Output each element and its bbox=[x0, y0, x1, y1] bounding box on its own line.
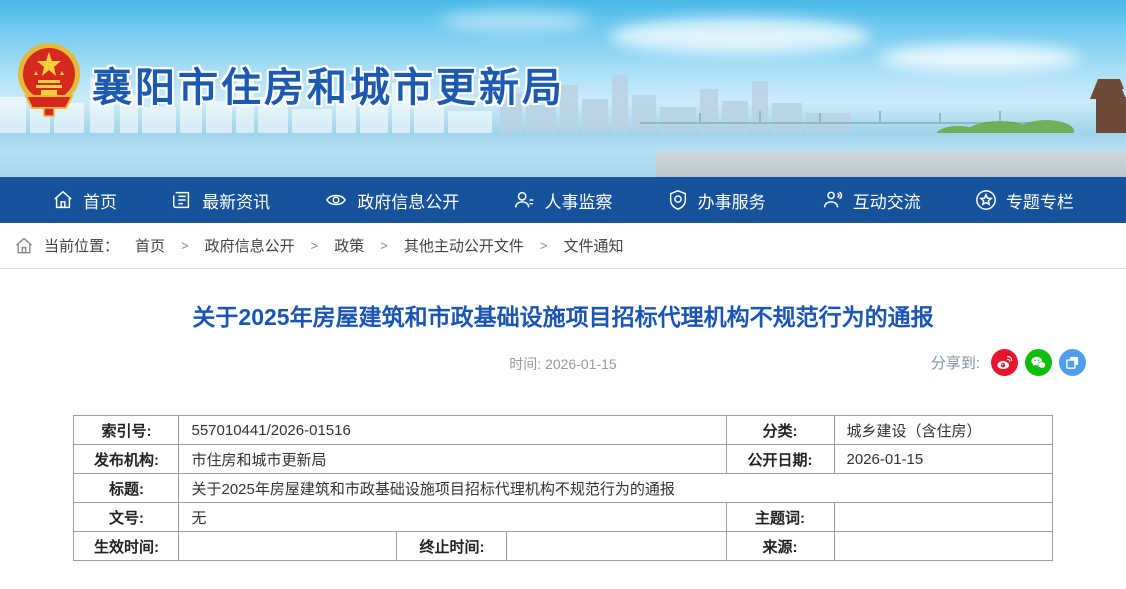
breadcrumb-separator: > bbox=[380, 238, 388, 253]
site-title: 襄阳市住房和城市更新局 bbox=[92, 55, 565, 113]
source-value bbox=[834, 532, 1052, 561]
share-weibo-button[interactable] bbox=[991, 349, 1018, 376]
page-title: 关于2025年房屋建筑和市政基础设施项目招标代理机构不规范行为的通报 bbox=[63, 302, 1063, 333]
nav-label: 办事服务 bbox=[698, 188, 766, 213]
effective-date-value bbox=[179, 532, 397, 561]
nav-item-topics[interactable]: 专题专栏 bbox=[975, 188, 1074, 213]
nav-item-interaction[interactable]: 互动交流 bbox=[820, 188, 921, 213]
breadcrumb-item-gov-info[interactable]: 政府信息公开 bbox=[205, 235, 295, 256]
title-label: 标题: bbox=[74, 474, 179, 503]
table-row: 索引号: 557010441/2026-01516 分类: 城乡建设（含住房） bbox=[74, 416, 1052, 445]
nav-label: 最新资讯 bbox=[202, 188, 270, 213]
doc-no-value: 无 bbox=[179, 503, 726, 532]
keywords-value bbox=[834, 503, 1052, 532]
home-icon bbox=[14, 236, 34, 256]
main-nav: 首页 最新资讯 政府信息公开 人事监察 办事服务 互动交流 专题专栏 bbox=[0, 177, 1126, 223]
nav-label: 政府信息公开 bbox=[357, 188, 459, 213]
breadcrumb-item-other-docs[interactable]: 其他主动公开文件 bbox=[404, 235, 524, 256]
index-no-value: 557010441/2026-01516 bbox=[179, 416, 726, 445]
document-info-table: 索引号: 557010441/2026-01516 分类: 城乡建设（含住房） … bbox=[73, 415, 1052, 561]
shield-icon bbox=[667, 189, 689, 211]
breadcrumb-separator: > bbox=[311, 238, 319, 253]
home-icon bbox=[52, 189, 74, 211]
keywords-label: 主题词: bbox=[726, 503, 834, 532]
cloud-decoration bbox=[610, 18, 870, 54]
nav-label: 人事监察 bbox=[544, 188, 612, 213]
national-emblem-icon bbox=[16, 38, 82, 120]
eye-icon bbox=[324, 189, 348, 211]
title-value: 关于2025年房屋建筑和市政基础设施项目招标代理机构不规范行为的通报 bbox=[179, 474, 1052, 503]
breadcrumb-separator: > bbox=[181, 238, 189, 253]
nav-label: 专题专栏 bbox=[1006, 188, 1074, 213]
site-banner: 襄阳市住房和城市更新局 bbox=[0, 0, 1126, 177]
terminate-date-label: 终止时间: bbox=[397, 532, 507, 561]
time-value: 2026-01-15 bbox=[545, 356, 617, 372]
weibo-icon bbox=[996, 354, 1013, 371]
publisher-label: 发布机构: bbox=[74, 445, 179, 474]
chat-icon bbox=[820, 189, 844, 211]
wechat-icon bbox=[1030, 354, 1047, 371]
effective-date-label: 生效时间: bbox=[74, 532, 179, 561]
table-row: 文号: 无 主题词: bbox=[74, 503, 1052, 532]
share-label: 分享到: bbox=[931, 352, 980, 373]
table-row: 发布机构: 市住房和城市更新局 公开日期: 2026-01-15 bbox=[74, 445, 1052, 474]
article-area: 关于2025年房屋建筑和市政基础设施项目招标代理机构不规范行为的通报 时间: 2… bbox=[0, 302, 1126, 561]
nav-item-news[interactable]: 最新资讯 bbox=[171, 188, 270, 213]
person-icon bbox=[513, 189, 535, 211]
star-icon bbox=[975, 189, 997, 211]
nav-item-personnel[interactable]: 人事监察 bbox=[513, 188, 612, 213]
breadcrumb: 当前位置： 首页 > 政府信息公开 > 政策 > 其他主动公开文件 > 文件通知 bbox=[0, 223, 1126, 269]
nav-item-services[interactable]: 办事服务 bbox=[667, 188, 766, 213]
table-row: 生效时间: 终止时间: 来源: bbox=[74, 532, 1052, 561]
publish-date-label: 公开日期: bbox=[726, 445, 834, 474]
breadcrumb-prefix: 当前位置： bbox=[44, 235, 119, 256]
breadcrumb-item-policy[interactable]: 政策 bbox=[334, 235, 364, 256]
category-value: 城乡建设（含住房） bbox=[834, 416, 1052, 445]
breadcrumb-item-notices[interactable]: 文件通知 bbox=[563, 235, 623, 256]
breadcrumb-separator: > bbox=[540, 238, 548, 253]
copy-icon bbox=[1065, 355, 1080, 370]
publish-date-value: 2026-01-15 bbox=[834, 445, 1052, 474]
index-no-label: 索引号: bbox=[74, 416, 179, 445]
cloud-decoration bbox=[440, 10, 590, 32]
article-meta: 时间: 2026-01-15 分享到: bbox=[0, 349, 1126, 379]
table-row: 标题: 关于2025年房屋建筑和市政基础设施项目招标代理机构不规范行为的通报 bbox=[74, 474, 1052, 503]
share-bar: 分享到: bbox=[931, 349, 1086, 376]
news-icon bbox=[171, 189, 193, 211]
terminate-date-value bbox=[507, 532, 726, 561]
category-label: 分类: bbox=[726, 416, 834, 445]
doc-no-label: 文号: bbox=[74, 503, 179, 532]
share-copy-button[interactable] bbox=[1059, 349, 1086, 376]
publisher-value: 市住房和城市更新局 bbox=[179, 445, 726, 474]
riverside-plaza bbox=[656, 151, 1126, 177]
breadcrumb-item-home[interactable]: 首页 bbox=[135, 235, 165, 256]
source-label: 来源: bbox=[726, 532, 834, 561]
nav-label: 首页 bbox=[83, 188, 117, 213]
nav-label: 互动交流 bbox=[853, 188, 921, 213]
nav-item-home[interactable]: 首页 bbox=[52, 188, 117, 213]
share-wechat-button[interactable] bbox=[1025, 349, 1052, 376]
time-label: 时间: bbox=[509, 356, 541, 372]
nav-item-gov-info[interactable]: 政府信息公开 bbox=[324, 188, 459, 213]
